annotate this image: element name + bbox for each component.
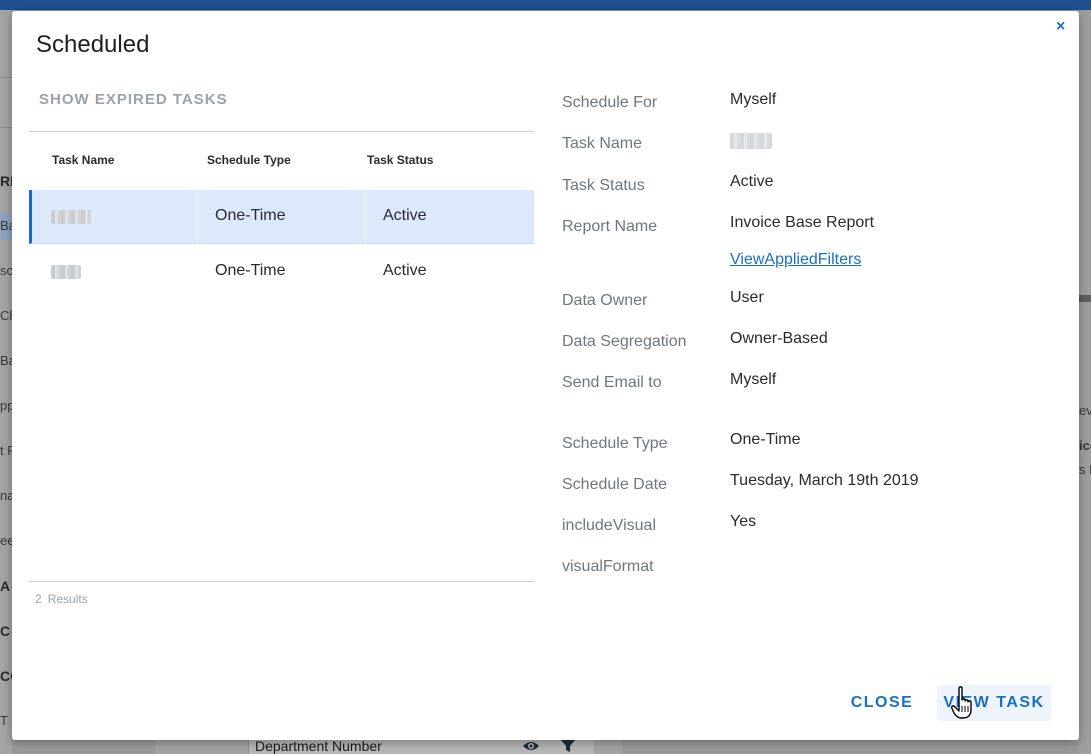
detail-value-schedule-for: Myself bbox=[730, 91, 777, 108]
scheduled-tasks-dialog: Scheduled × SHOW EXPIRED TASKS Task Name… bbox=[12, 11, 1079, 740]
cell-divider bbox=[364, 190, 365, 243]
table-row[interactable]: One-Time Active bbox=[29, 245, 534, 299]
sidebar-fragment: Ba bbox=[0, 218, 12, 233]
sidebar-fragment: RE bbox=[0, 173, 12, 189]
show-expired-tasks-button[interactable]: SHOW EXPIRED TASKS bbox=[39, 91, 228, 108]
sidebar-fragment: t F bbox=[0, 443, 12, 458]
right-panel-fragment: ice bbox=[1079, 438, 1091, 453]
detail-label-data-segregation: Data Segregation bbox=[562, 333, 687, 350]
column-header-task-status[interactable]: Task Status bbox=[367, 153, 433, 167]
redacted-task-name bbox=[51, 210, 91, 224]
close-button[interactable]: CLOSE bbox=[844, 685, 920, 721]
detail-value-data-owner: User bbox=[730, 289, 764, 306]
detail-label-data-owner: Data Owner bbox=[562, 292, 648, 309]
redacted-task-name bbox=[51, 265, 81, 279]
detail-label-include-visual: includeVisual bbox=[562, 517, 656, 534]
sidebar-divider bbox=[0, 77, 12, 78]
detail-value-report-name: Invoice Base Report bbox=[730, 214, 875, 231]
detail-label-schedule-for: Schedule For bbox=[562, 94, 658, 111]
sidebar-fragment: CO bbox=[0, 668, 12, 684]
redacted-task-name-value bbox=[730, 133, 772, 149]
schedule-type-cell: One-Time bbox=[215, 207, 286, 224]
results-number: 2 bbox=[35, 592, 42, 606]
detail-label-report-name: Report Name bbox=[562, 218, 658, 235]
table-top-divider bbox=[29, 131, 534, 132]
background-field-label: Department Number bbox=[255, 738, 382, 754]
sidebar-fragment: ee bbox=[0, 533, 12, 548]
sidebar-fragment: T I bbox=[0, 713, 12, 728]
cell-divider bbox=[196, 190, 197, 243]
detail-label-schedule-type: Schedule Type bbox=[562, 435, 668, 452]
detail-value-send-email-to: Myself bbox=[730, 371, 777, 388]
right-panel-fragment: s F bbox=[1079, 462, 1091, 477]
schedule-type-cell: One-Time bbox=[215, 262, 286, 279]
dialog-title: Scheduled bbox=[36, 31, 150, 58]
detail-value-include-visual: Yes bbox=[730, 513, 757, 530]
detail-value-task-status: Active bbox=[730, 173, 774, 190]
detail-label-task-status: Task Status bbox=[562, 177, 645, 194]
app-sidebar: RE Ba sc Ch Ba pp t F na ee A C CO T I bbox=[0, 10, 12, 754]
detail-label-visual-format: visualFormat bbox=[562, 558, 654, 575]
close-icon[interactable]: × bbox=[1056, 18, 1065, 36]
sidebar-fragment: C bbox=[0, 623, 11, 639]
eye-icon bbox=[523, 742, 539, 750]
view-task-button[interactable]: VIEW TASK bbox=[937, 685, 1051, 721]
sidebar-fragment: na bbox=[0, 488, 12, 503]
column-header-task-name[interactable]: Task Name bbox=[52, 153, 114, 167]
results-label: Results bbox=[47, 592, 88, 606]
column-header-schedule-type[interactable]: Schedule Type bbox=[207, 153, 291, 167]
detail-label-task-name: Task Name bbox=[562, 135, 643, 152]
task-status-cell: Active bbox=[383, 207, 427, 224]
table-bottom-divider bbox=[29, 581, 534, 582]
detail-label-schedule-date: Schedule Date bbox=[562, 476, 667, 493]
detail-label-send-email-to: Send Email to bbox=[562, 374, 662, 391]
sidebar-fragment: pp bbox=[0, 398, 12, 413]
sidebar-fragment: A bbox=[0, 578, 11, 594]
filter-icon bbox=[561, 740, 575, 752]
app-top-bar bbox=[0, 0, 1091, 10]
task-status-cell: Active bbox=[383, 262, 427, 279]
sidebar-divider bbox=[0, 127, 12, 128]
view-applied-filters-link[interactable]: ViewAppliedFilters bbox=[730, 251, 861, 269]
right-panel-fragment: ev bbox=[1079, 403, 1091, 418]
detail-value-data-segregation: Owner-Based bbox=[730, 330, 828, 347]
app-right-panel: ev ice s F bbox=[1079, 10, 1091, 754]
right-panel-bar bbox=[1079, 295, 1091, 302]
sidebar-fragment: Ch bbox=[0, 308, 12, 323]
detail-value-schedule-date: Tuesday, March 19th 2019 bbox=[730, 472, 919, 489]
results-count: 2 Results bbox=[35, 592, 94, 606]
sidebar-fragment: Ba bbox=[0, 353, 12, 368]
detail-value-schedule-type: One-Time bbox=[730, 431, 801, 448]
sidebar-fragment: sc bbox=[0, 263, 12, 278]
table-row[interactable]: One-Time Active bbox=[29, 190, 534, 244]
